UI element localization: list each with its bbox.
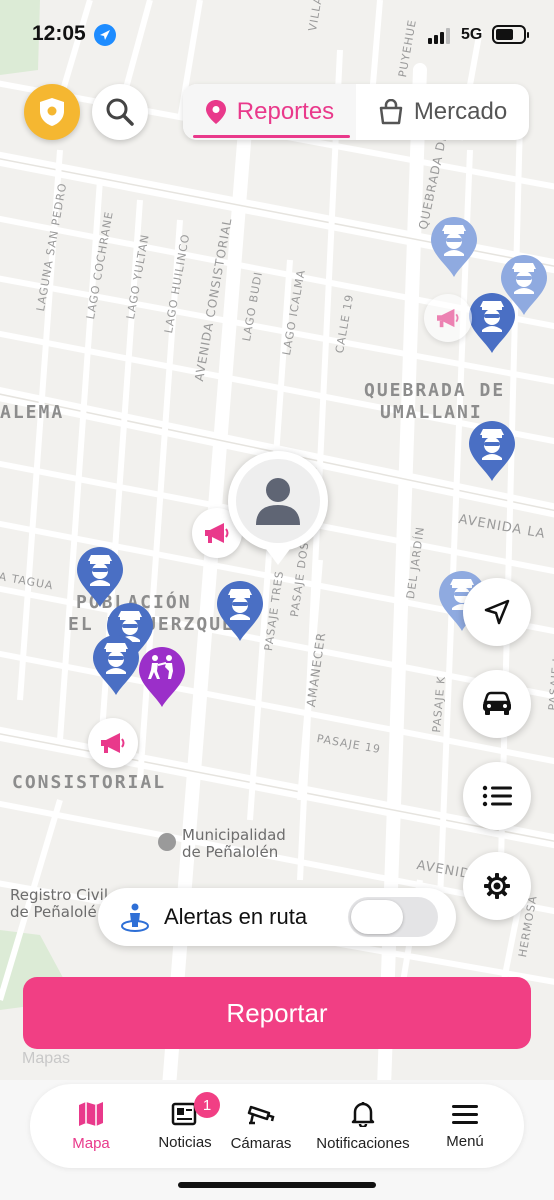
police-report-marker[interactable] (92, 634, 140, 701)
nav-item-menu[interactable]: Menú (428, 1084, 502, 1168)
nav-item-noticias[interactable]: Noticias 1 (142, 1084, 228, 1168)
security-camera-icon (247, 1105, 275, 1124)
nav-label: Menú (446, 1132, 484, 1150)
home-indicator (178, 1182, 376, 1188)
user-location-marker[interactable] (228, 451, 328, 565)
megaphone-icon (101, 733, 125, 753)
megaphone-icon (437, 308, 459, 328)
police-report-marker[interactable] (216, 580, 264, 647)
route-alerts-label: Alertas en ruta (164, 904, 308, 929)
mode-tabs: Reportes Mercado (183, 84, 529, 140)
user-avatar-icon (256, 478, 300, 525)
reports-list-button[interactable] (463, 762, 531, 830)
nav-label: Mapa (72, 1134, 110, 1152)
poi-label: Registro Civil (10, 886, 108, 904)
nav-label: Cámaras (230, 1134, 292, 1152)
poi-label: Municipalidad (182, 826, 286, 844)
car-icon (483, 691, 511, 715)
tab-label: Reportes (236, 98, 335, 125)
safety-shield-button[interactable] (24, 84, 80, 140)
report-button[interactable]: Reportar (23, 977, 531, 1049)
status-bar: 12:05 5G (0, 0, 554, 70)
nav-label: Noticias (158, 1133, 212, 1151)
shield-icon (40, 98, 64, 126)
megaphone-report-marker[interactable] (424, 294, 472, 342)
hamburger-menu-icon (452, 1104, 478, 1124)
route-alerts-panel: Alertas en ruta (98, 888, 456, 946)
nav-item-camaras[interactable]: Cámaras (226, 1084, 296, 1168)
search-icon (106, 98, 134, 126)
police-report-marker[interactable] (430, 216, 478, 283)
list-icon (482, 785, 512, 807)
nav-item-mapa[interactable]: Mapa (38, 1084, 144, 1168)
clock: 12:05 (32, 22, 86, 45)
megaphone-report-marker[interactable] (88, 718, 138, 768)
poi-label: de Peñalolén (182, 843, 279, 861)
tab-label: Mercado (413, 98, 508, 125)
search-button[interactable] (92, 84, 148, 140)
cellular-signal-icon (428, 28, 450, 44)
tab-mercado[interactable]: Mercado (356, 84, 529, 140)
driving-mode-button[interactable] (463, 670, 531, 738)
route-person-icon (121, 903, 149, 932)
toggle-knob (351, 900, 403, 934)
municipality-icon (158, 833, 176, 851)
settings-gear-icon (484, 873, 510, 899)
location-pin-icon (205, 100, 226, 124)
area-label: QUEBRADA DE (364, 380, 506, 401)
area-label: CONSISTORIAL (12, 772, 167, 793)
route-alerts-toggle[interactable] (348, 897, 438, 937)
network-type: 5G (461, 26, 483, 43)
settings-button[interactable] (463, 852, 531, 920)
police-report-marker[interactable] (468, 292, 516, 359)
location-services-icon (94, 24, 116, 46)
recenter-location-button[interactable] (463, 578, 531, 646)
navigation-arrow-icon (484, 599, 510, 625)
poi-label: de Peñalolé (10, 903, 97, 921)
police-report-marker[interactable] (468, 420, 516, 487)
shopping-bag-icon (379, 99, 403, 125)
map-icon (79, 1101, 103, 1126)
bottom-navigation: Mapa Noticias 1 Cámaras Notificaciones M… (30, 1084, 524, 1168)
maps-attribution: Mapas (22, 1050, 71, 1067)
nav-label: Notificaciones (316, 1134, 410, 1152)
bell-icon (351, 1101, 375, 1127)
tab-reportes[interactable]: Reportes (183, 84, 356, 140)
megaphone-icon (205, 523, 229, 543)
nav-item-notificaciones[interactable]: Notificaciones (308, 1084, 418, 1168)
battery-icon (492, 25, 529, 44)
assault-report-marker[interactable] (138, 646, 186, 713)
notification-badge: 1 (194, 1092, 220, 1118)
area-label: ALEMA (0, 402, 65, 423)
